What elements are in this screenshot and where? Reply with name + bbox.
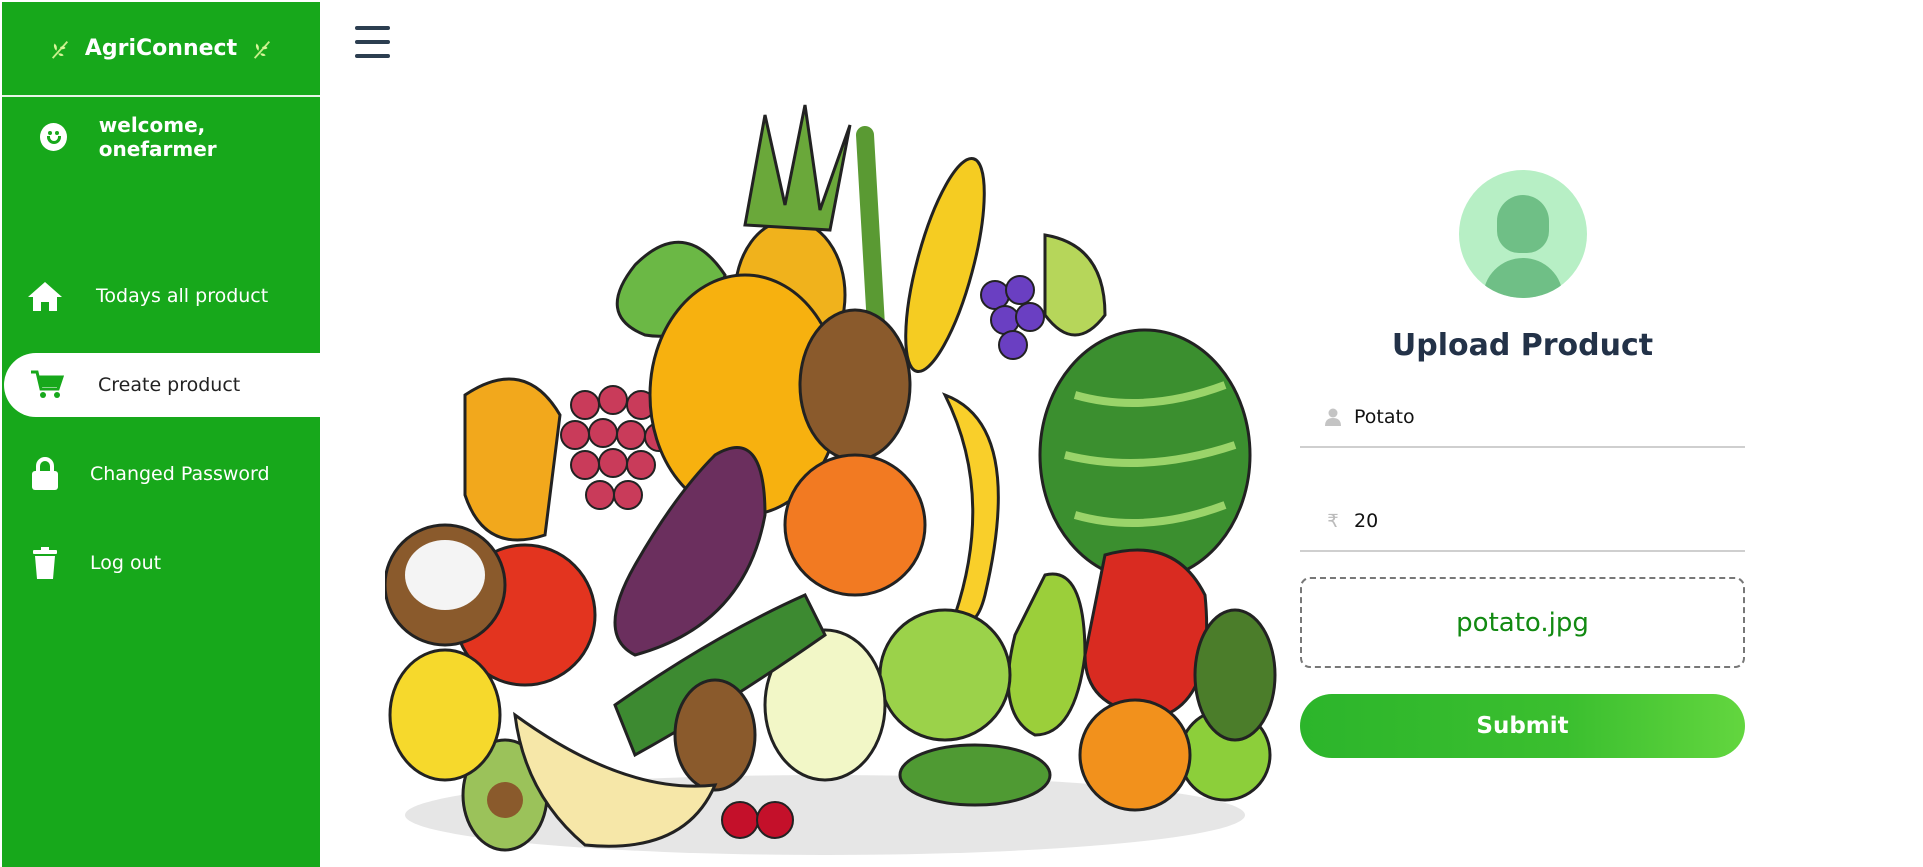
hamburger-line xyxy=(355,54,390,58)
leaf-icon xyxy=(254,40,271,59)
rupee-icon: ₹ xyxy=(1327,510,1339,532)
menu-toggle-button[interactable] xyxy=(355,26,390,58)
sidebar-item-label: Create product xyxy=(98,374,241,396)
sidebar-item-label: Todays all product xyxy=(96,285,269,307)
user-icon xyxy=(1324,407,1342,427)
sidebar-nav: Todays all product Create product Change… xyxy=(2,264,320,620)
hamburger-line xyxy=(355,26,390,30)
sidebar-item-todays-products[interactable]: Todays all product xyxy=(2,264,320,328)
trash-icon xyxy=(27,545,63,581)
home-icon xyxy=(27,278,63,314)
form-title: Upload Product xyxy=(1391,328,1654,363)
cart-icon xyxy=(29,367,65,403)
lock-icon xyxy=(27,456,63,492)
welcome-text: welcome, onefarmer xyxy=(98,113,217,161)
submit-button[interactable]: Submit xyxy=(1300,694,1745,758)
welcome-banner: welcome, onefarmer xyxy=(2,97,320,177)
product-price-field[interactable]: ₹ 20 xyxy=(1300,492,1745,552)
sidebar-item-label: Log out xyxy=(90,552,162,574)
leaf-icon xyxy=(51,40,68,59)
sidebar-item-change-password[interactable]: Changed Password xyxy=(2,442,320,506)
product-name-field[interactable]: Potato xyxy=(1300,388,1745,448)
upload-form: Upload Product Potato ₹ 20 potato.jpg Su… xyxy=(1300,170,1745,758)
avatar-body xyxy=(1482,258,1563,298)
sidebar-item-logout[interactable]: Log out xyxy=(2,531,320,595)
product-price-value: 20 xyxy=(1354,510,1379,532)
brand-name: AgriConnect xyxy=(84,36,238,61)
sidebar-item-label: Changed Password xyxy=(90,463,270,485)
sidebar-item-create-product[interactable]: Create product xyxy=(4,353,320,417)
avatar-head xyxy=(1496,195,1549,253)
brand: AgriConnect xyxy=(2,2,320,97)
avatar xyxy=(1458,170,1587,298)
smiley-icon xyxy=(40,123,67,151)
sidebar: AgriConnect welcome, onefarmer Todays al… xyxy=(2,2,320,867)
fruits-vegetables-illustration xyxy=(385,104,1277,855)
file-name: potato.jpg xyxy=(1456,607,1589,638)
hamburger-line xyxy=(355,40,390,44)
page: AgriConnect welcome, onefarmer Todays al… xyxy=(0,0,1923,867)
product-name-value: Potato xyxy=(1354,406,1415,428)
file-upload-dropzone[interactable]: potato.jpg xyxy=(1300,577,1745,668)
